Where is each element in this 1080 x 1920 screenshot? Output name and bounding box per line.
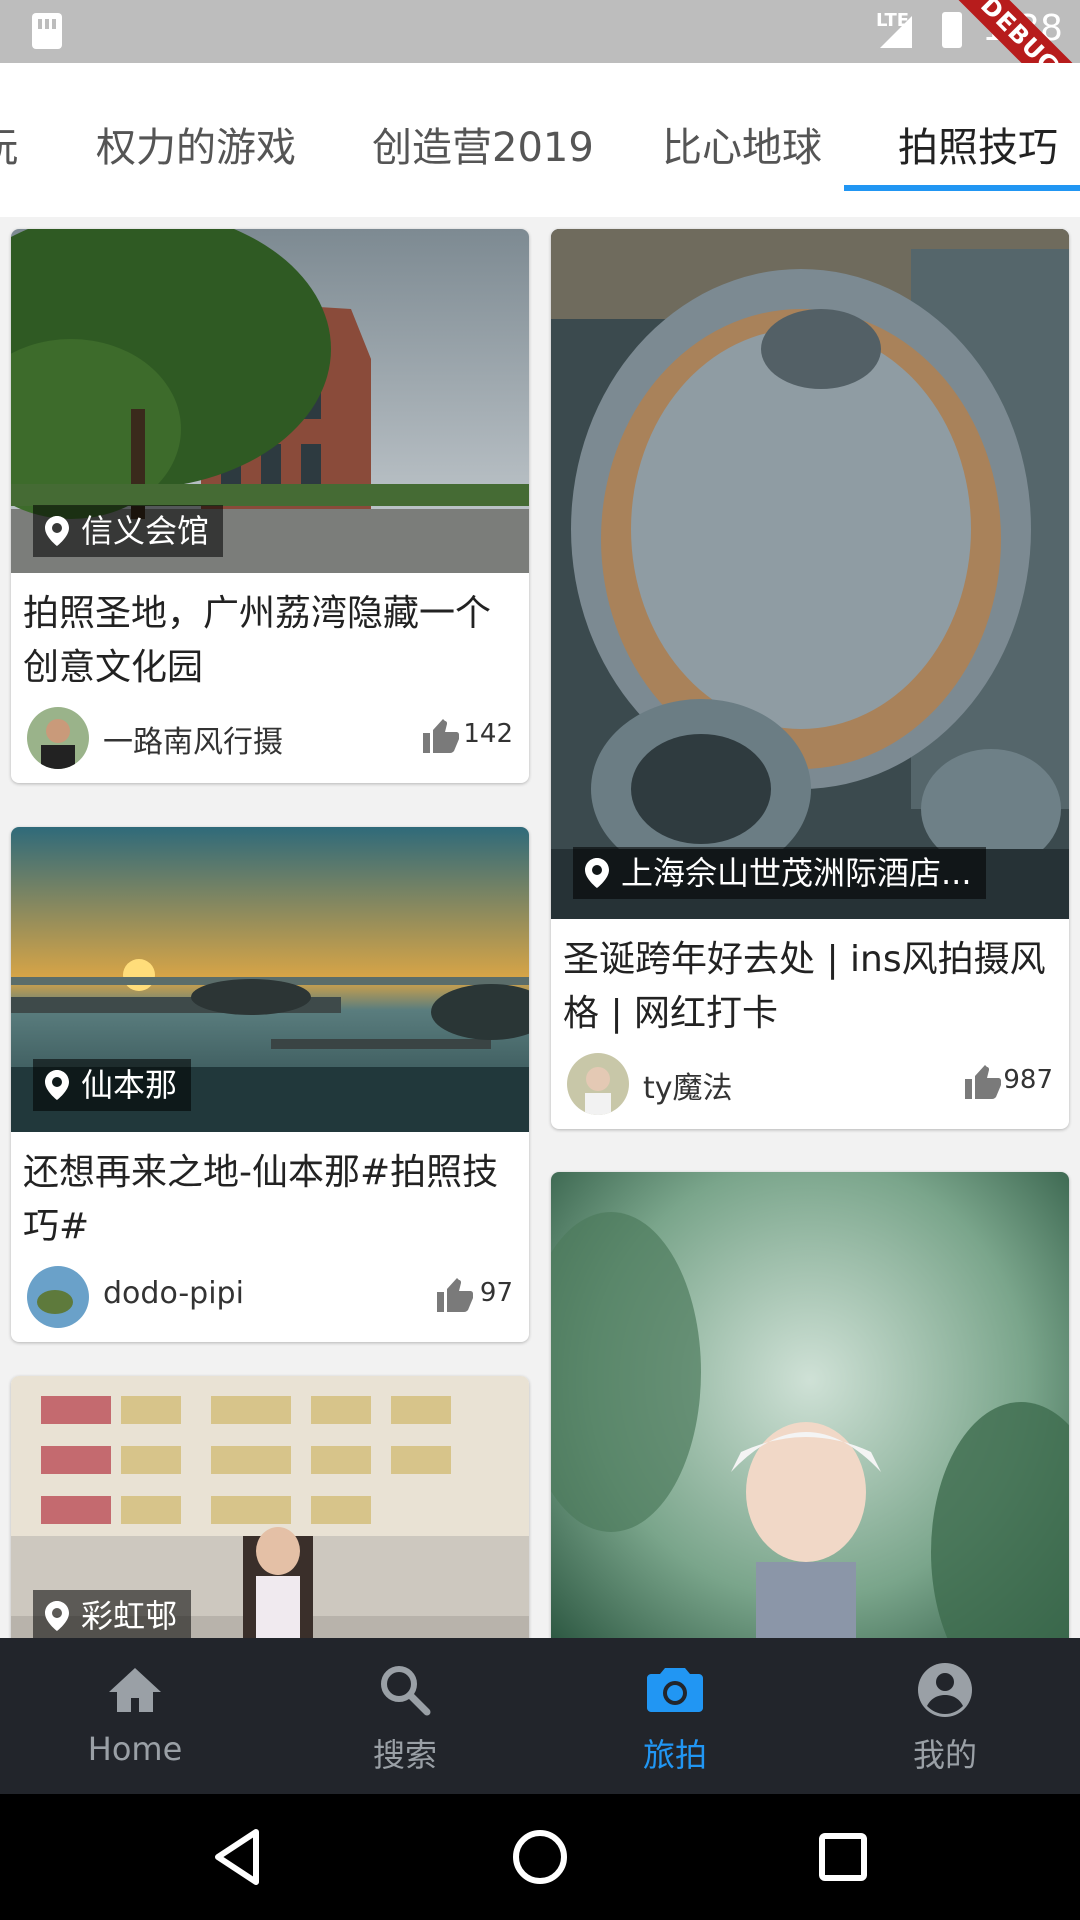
card-footer: dodo-pipi 97 [11, 1254, 529, 1342]
location-name: 上海佘山世茂洲际酒店... [621, 854, 972, 892]
card-photo[interactable]: 上海佘山世茂洲际酒店... [551, 229, 1069, 919]
photo-quarry-hotel [551, 229, 1069, 919]
card-photo[interactable]: 信义会馆 [11, 229, 529, 573]
tab-game-of-thrones[interactable]: 权力的游戏 [96, 115, 296, 173]
author-name[interactable]: ty魔法 [643, 1063, 733, 1107]
photo-girl-in-greenery [551, 1172, 1069, 1638]
thumbs-up-icon[interactable] [437, 1278, 473, 1312]
back-icon[interactable] [204, 1824, 270, 1890]
feed-card[interactable]: 信义会馆 拍照圣地，广州荔湾隐藏一个创意文化园 一路南风行摄 142 [11, 229, 529, 783]
location-pin-icon [585, 858, 609, 888]
thumbs-up-icon[interactable] [965, 1065, 1001, 1099]
card-photo[interactable]: 彩虹邨 [11, 1376, 529, 1638]
nav-label: 搜索 [372, 1736, 437, 1774]
author-name[interactable]: dodo-pipi [103, 1276, 244, 1311]
avatar[interactable] [27, 1266, 89, 1328]
feed-card[interactable]: 仙本那 还想再来之地-仙本那#拍照技巧# dodo-pipi 97 [11, 827, 529, 1342]
card-photo[interactable] [551, 1172, 1069, 1638]
camera-icon [647, 1668, 703, 1712]
avatar[interactable] [27, 707, 89, 769]
status-bar: LTE 1:38 DEBUG [0, 0, 1080, 63]
avatar[interactable] [567, 1053, 629, 1115]
category-tab-bar: 玩 权力的游戏 创造营2019 比心地球 拍照技巧 [0, 63, 1080, 217]
feed-card[interactable] [551, 1172, 1069, 1638]
card-title[interactable]: 圣诞跨年好去处 | ins风拍摄风格 | 网红打卡 [551, 919, 1069, 1041]
battery-charging-icon [942, 12, 962, 48]
thumbs-up-icon[interactable] [423, 719, 459, 753]
nav-item-travel-photo[interactable]: 旅拍 [540, 1638, 810, 1794]
location-tag: 上海佘山世茂洲际酒店... [573, 847, 986, 899]
location-name: 仙本那 [81, 1066, 178, 1104]
card-title[interactable]: 拍照圣地，广州荔湾隐藏一个创意文化园 [11, 573, 529, 695]
card-photo[interactable]: 仙本那 [11, 827, 529, 1132]
nav-label: Home [87, 1730, 183, 1768]
location-name: 信义会馆 [81, 512, 210, 550]
photo-feed[interactable]: 信义会馆 拍照圣地，广州荔湾隐藏一个创意文化园 一路南风行摄 142 上海佘山世… [0, 217, 1080, 1638]
card-title[interactable]: 还想再来之地-仙本那#拍照技巧# [11, 1132, 529, 1254]
tab-indicator [844, 185, 1080, 191]
home-icon [109, 1668, 161, 1712]
nav-item-search[interactable]: 搜索 [270, 1638, 540, 1794]
location-tag: 仙本那 [33, 1059, 192, 1111]
bottom-navigation-bar: Home 搜索 旅拍 我的 [0, 1638, 1080, 1794]
location-tag: 信义会馆 [33, 505, 224, 557]
location-tag: 彩虹邨 [33, 1590, 192, 1638]
like-count: 987 [1003, 1065, 1053, 1095]
recents-icon[interactable] [810, 1824, 876, 1890]
sd-card-icon [32, 13, 62, 49]
author-name[interactable]: 一路南风行摄 [103, 717, 283, 761]
card-footer: ty魔法 987 [551, 1041, 1069, 1129]
search-icon [381, 1666, 431, 1716]
location-pin-icon [45, 516, 69, 546]
nav-item-mine[interactable]: 我的 [810, 1638, 1080, 1794]
location-pin-icon [45, 1601, 69, 1631]
nav-label: 我的 [912, 1736, 977, 1774]
account-circle-icon [918, 1663, 972, 1717]
like-count: 97 [479, 1278, 513, 1308]
tab-bixin-earth[interactable]: 比心地球 [662, 115, 822, 173]
tab-partial[interactable]: 玩 [0, 115, 18, 173]
tab-produce-camp-2019[interactable]: 创造营2019 [372, 115, 594, 173]
home-circle-icon[interactable] [507, 1824, 573, 1890]
location-pin-icon [45, 1070, 69, 1100]
signal-icon [880, 16, 912, 48]
tab-photo-tips[interactable]: 拍照技巧 [898, 115, 1058, 173]
feed-card[interactable]: 彩虹邨 [11, 1376, 529, 1638]
nav-label: 旅拍 [642, 1736, 707, 1774]
system-navigation-bar [0, 1794, 1080, 1920]
location-name: 彩虹邨 [81, 1597, 178, 1635]
feed-card[interactable]: 上海佘山世茂洲际酒店... 圣诞跨年好去处 | ins风拍摄风格 | 网红打卡 … [551, 229, 1069, 1129]
nav-item-home[interactable]: Home [0, 1638, 270, 1794]
card-footer: 一路南风行摄 142 [11, 695, 529, 783]
like-count: 142 [463, 719, 513, 749]
